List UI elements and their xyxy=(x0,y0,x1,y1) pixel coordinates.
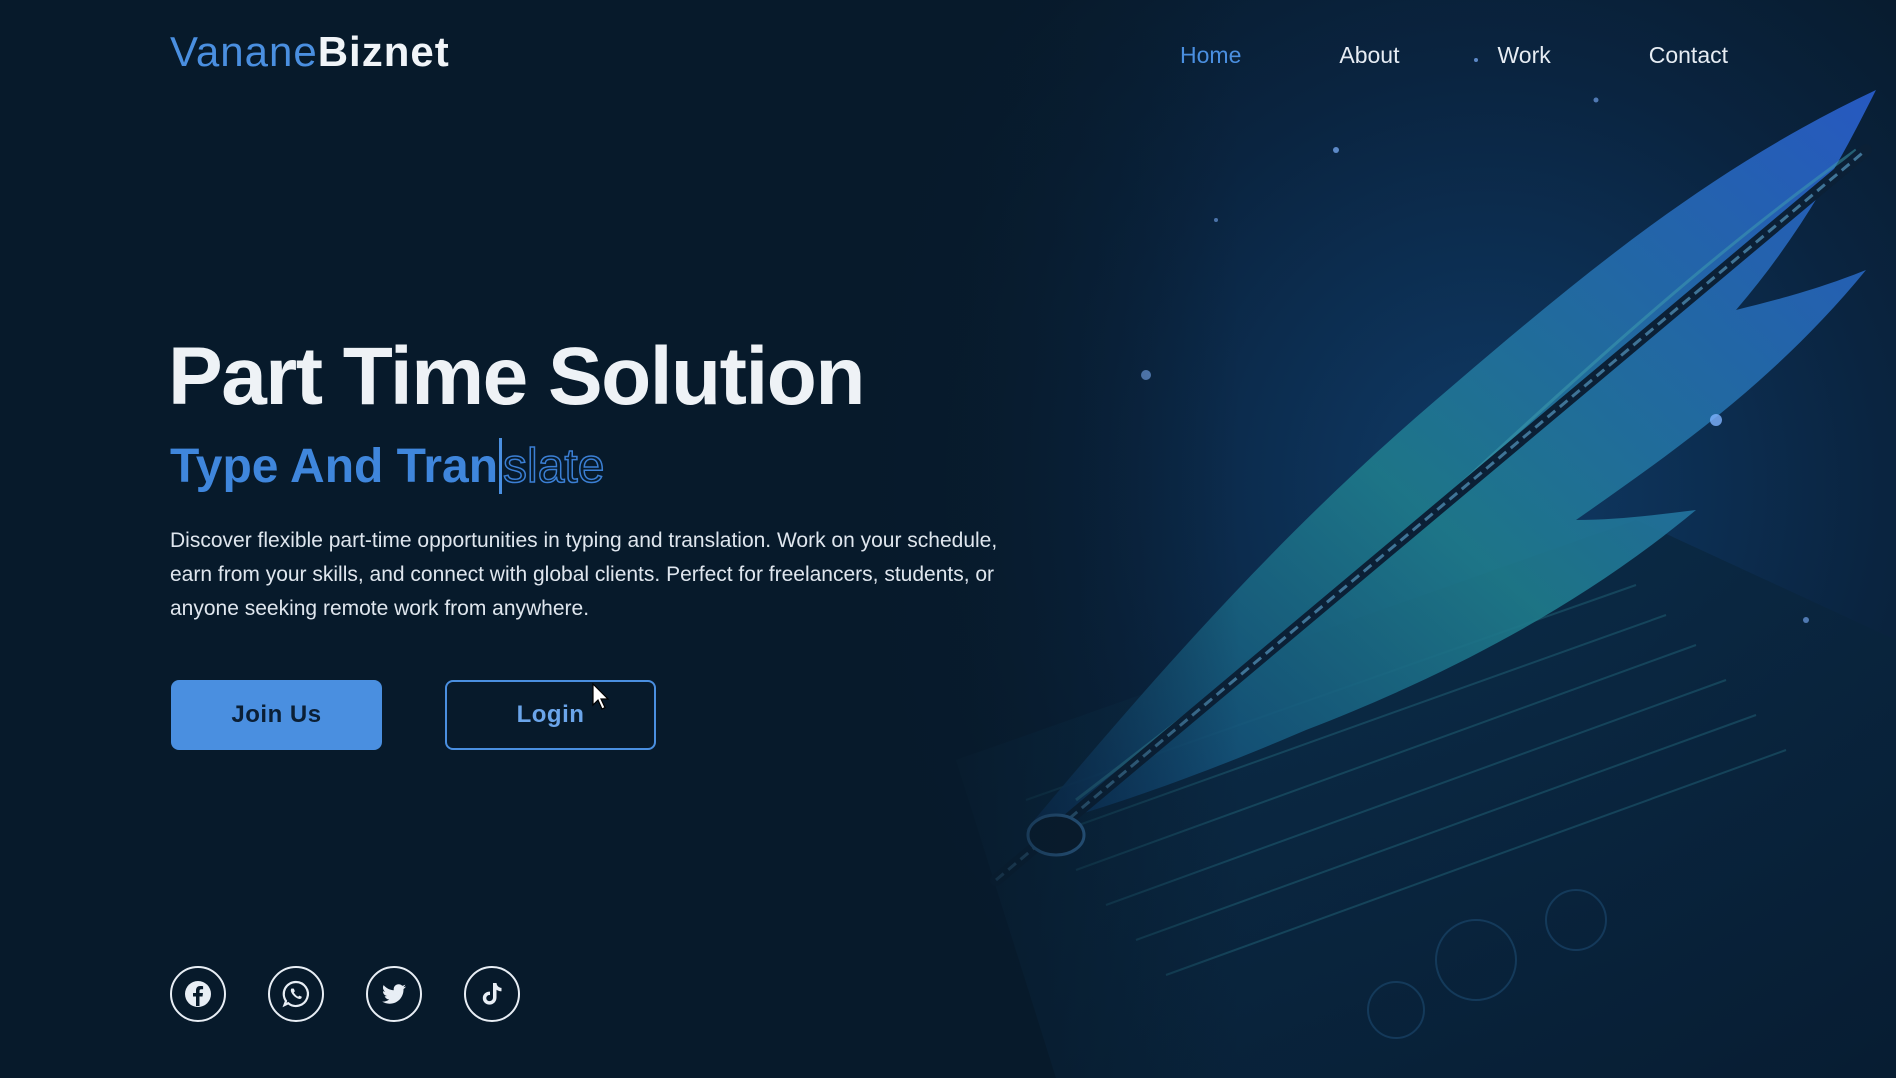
whatsapp-icon xyxy=(282,980,309,1008)
tiktok-link[interactable] xyxy=(464,966,520,1022)
hero-description: Discover flexible part-time opportunitie… xyxy=(170,529,998,620)
subhead-ghost-text: slate xyxy=(502,439,605,494)
brand-logo-part2: Biznet xyxy=(317,28,450,75)
nav-item-contact[interactable]: Contact xyxy=(1649,42,1728,69)
nav-item-home[interactable]: Home xyxy=(1180,42,1241,69)
hero-headline: Part Time Solution xyxy=(168,331,865,422)
facebook-icon xyxy=(185,981,211,1007)
brand-logo[interactable]: VananeBiznet xyxy=(170,28,450,76)
twitter-link[interactable] xyxy=(366,966,422,1022)
join-us-button[interactable]: Join Us xyxy=(171,680,382,750)
nav-item-work[interactable]: Work xyxy=(1497,42,1550,69)
tiktok-icon xyxy=(482,983,502,1005)
nav-item-about[interactable]: About xyxy=(1339,42,1399,69)
facebook-link[interactable] xyxy=(170,966,226,1022)
typing-caret xyxy=(499,438,503,494)
brand-logo-part1: Vanane xyxy=(170,28,318,75)
hero-subhead: Type And Tran slate xyxy=(170,438,605,494)
whatsapp-link[interactable] xyxy=(268,966,324,1022)
subhead-typed-text: Type And Tran xyxy=(170,439,499,493)
landing-page: VananeBiznet Home About Work Contact Par… xyxy=(0,0,1896,1078)
hero-artwork xyxy=(876,0,1896,1078)
mouse-cursor-icon xyxy=(592,683,610,710)
login-button[interactable]: Login xyxy=(445,680,656,750)
main-nav: Home About Work Contact xyxy=(1180,42,1728,69)
twitter-icon xyxy=(382,984,406,1004)
social-links xyxy=(170,966,562,1022)
